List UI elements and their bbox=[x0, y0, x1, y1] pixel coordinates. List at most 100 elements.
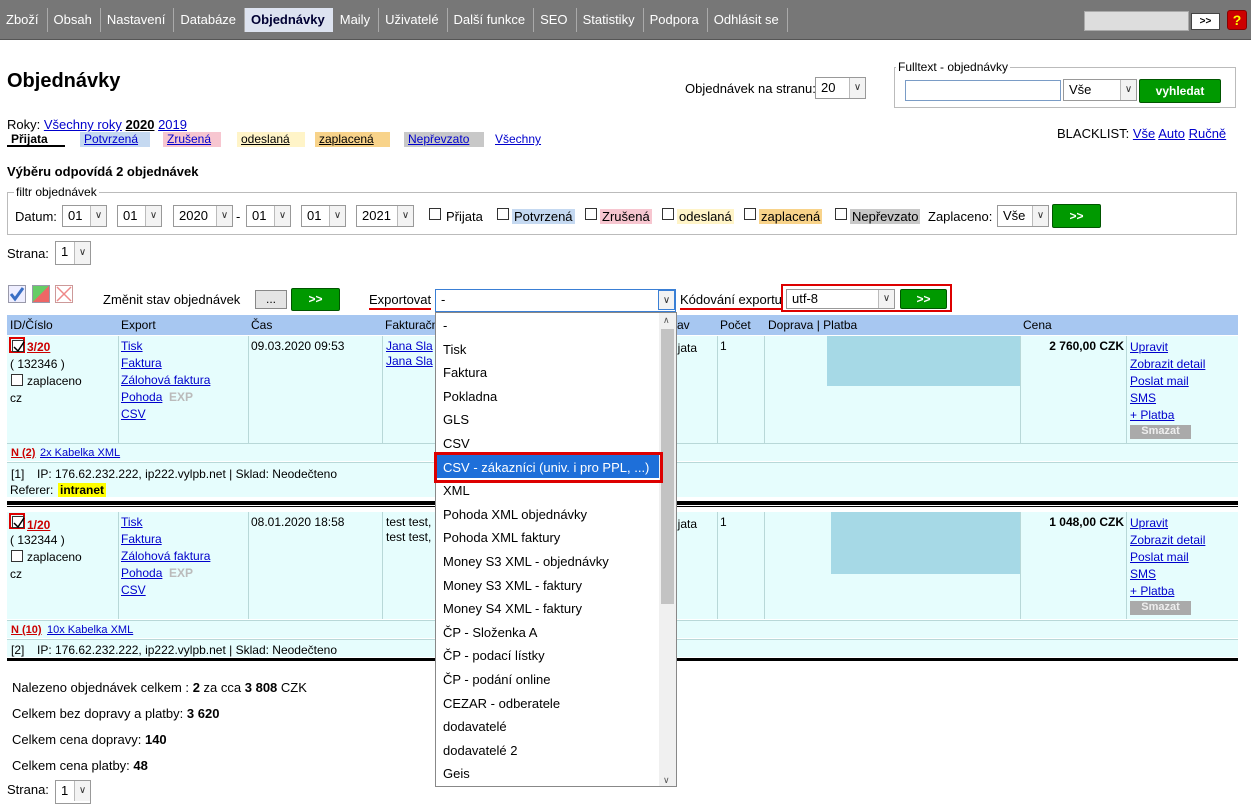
detail-link[interactable]: Zobrazit detail bbox=[1130, 357, 1205, 371]
export-tisk-link[interactable]: Tisk bbox=[121, 339, 143, 353]
row-checkbox[interactable] bbox=[12, 516, 25, 529]
change-status-select-button[interactable]: ... bbox=[255, 290, 287, 309]
fulltext-scope-select[interactable]: Vše ∨ bbox=[1063, 79, 1137, 101]
filter-zaplacena-checkbox[interactable] bbox=[744, 208, 756, 220]
encoding-select[interactable]: utf-8 ∨ bbox=[786, 289, 895, 309]
export-option[interactable]: Faktura bbox=[436, 360, 660, 384]
change-status-go-button[interactable]: >> bbox=[291, 288, 340, 311]
toggle-selection-icon[interactable] bbox=[32, 285, 50, 303]
export-option[interactable]: Money S3 XML - objednávky bbox=[436, 549, 660, 573]
status-neprevzato[interactable]: Nepřevzato bbox=[404, 132, 484, 147]
day-to-select[interactable]: 01 ∨ bbox=[246, 205, 291, 227]
export-select[interactable]: - ∨ bbox=[435, 289, 676, 312]
scroll-down-icon[interactable]: ∨ bbox=[663, 775, 670, 786]
detail-link[interactable]: Zobrazit detail bbox=[1130, 533, 1205, 547]
status-odeslana[interactable]: odeslaná bbox=[237, 132, 305, 147]
nav-item-dalsi-funkce[interactable]: Další funkce bbox=[448, 8, 535, 32]
export-option[interactable]: CEZAR - odberatele bbox=[436, 691, 660, 715]
send-mail-link[interactable]: Poslat mail bbox=[1130, 374, 1189, 388]
delete-button[interactable]: Smazat bbox=[1130, 425, 1191, 439]
export-zalohova-link[interactable]: Zálohová faktura bbox=[121, 549, 210, 563]
scroll-up-icon[interactable]: ∧ bbox=[663, 315, 670, 326]
nav-item-seo[interactable]: SEO bbox=[534, 8, 577, 32]
fulltext-input[interactable] bbox=[905, 80, 1061, 101]
nav-item-odhlasit[interactable]: Odhlásit se bbox=[708, 8, 788, 32]
items-count-link[interactable]: N (2) bbox=[11, 447, 35, 459]
delete-button[interactable]: Smazat bbox=[1130, 601, 1191, 615]
export-option[interactable]: GLS bbox=[436, 407, 660, 431]
day-from-select[interactable]: 01 ∨ bbox=[62, 205, 107, 227]
add-payment-link[interactable]: + Platba bbox=[1130, 584, 1174, 598]
top-search-button[interactable]: >> bbox=[1191, 13, 1220, 30]
blacklist-auto-link[interactable]: Auto bbox=[1158, 126, 1185, 141]
row-checkbox[interactable] bbox=[12, 340, 25, 353]
add-payment-link[interactable]: + Platba bbox=[1130, 408, 1174, 422]
status-zrusena[interactable]: Zrušená bbox=[163, 132, 221, 147]
export-option[interactable]: Money S4 XML - faktury bbox=[436, 596, 660, 620]
filter-potvrzena-checkbox[interactable] bbox=[497, 208, 509, 220]
status-vsechny[interactable]: Všechny bbox=[491, 132, 551, 147]
nav-item-objednavky[interactable]: Objednávky bbox=[245, 8, 333, 32]
check-all-icon[interactable] bbox=[8, 285, 26, 303]
nav-item-nastaveni[interactable]: Nastavení bbox=[101, 8, 175, 32]
export-pohoda-link[interactable]: Pohoda bbox=[121, 390, 162, 404]
export-option[interactable]: Tisk bbox=[436, 337, 660, 361]
item-link[interactable]: 2x Kabelka XML bbox=[40, 447, 120, 459]
export-option[interactable]: Pohoda XML faktury bbox=[436, 525, 660, 549]
nav-item-statistiky[interactable]: Statistiky bbox=[577, 8, 644, 32]
sms-link[interactable]: SMS bbox=[1130, 567, 1156, 581]
edit-link[interactable]: Upravit bbox=[1130, 516, 1168, 530]
send-mail-link[interactable]: Poslat mail bbox=[1130, 550, 1189, 564]
year-2019-link[interactable]: 2019 bbox=[158, 117, 187, 132]
order-id-link[interactable]: 1/20 bbox=[27, 518, 50, 532]
search-button[interactable]: vyhledat bbox=[1139, 79, 1221, 103]
paid-checkbox[interactable] bbox=[11, 374, 23, 386]
filter-prijata-checkbox[interactable] bbox=[429, 208, 441, 220]
uncheck-all-icon[interactable] bbox=[55, 285, 73, 303]
strana-select[interactable]: 1 ∨ bbox=[55, 241, 91, 265]
nav-item-zbozi[interactable]: Zboží bbox=[0, 8, 48, 32]
filter-zrusena-checkbox[interactable] bbox=[585, 208, 597, 220]
export-zalohova-link[interactable]: Zálohová faktura bbox=[121, 373, 210, 387]
month-to-select[interactable]: 01 ∨ bbox=[301, 205, 346, 227]
month-from-select[interactable]: 01 ∨ bbox=[117, 205, 162, 227]
item-link[interactable]: 10x Kabelka XML bbox=[47, 624, 133, 636]
export-option[interactable]: ČP - podací lístky bbox=[436, 643, 660, 667]
status-prijata[interactable]: Přijata bbox=[7, 132, 65, 147]
export-pohoda-link[interactable]: Pohoda bbox=[121, 566, 162, 580]
nav-item-maily[interactable]: Maily bbox=[334, 8, 380, 32]
nav-item-uzivatele[interactable]: Uživatelé bbox=[379, 8, 448, 32]
nav-item-obsah[interactable]: Obsah bbox=[48, 8, 101, 32]
bottom-strana-select[interactable]: 1 ∨ bbox=[55, 780, 91, 804]
perpage-select[interactable]: 20 ∨ bbox=[815, 77, 866, 99]
export-option[interactable]: Geis bbox=[436, 761, 660, 785]
export-tisk-link[interactable]: Tisk bbox=[121, 515, 143, 529]
billing-name-link[interactable]: Jana Sla bbox=[386, 339, 433, 353]
status-zaplacena[interactable]: zaplacená bbox=[315, 132, 390, 147]
export-dropdown-list[interactable]: Geis dodavatelé 2 dodavatelé CEZAR - odbera… bbox=[435, 312, 677, 787]
export-option[interactable]: ČP - podání online bbox=[436, 667, 660, 691]
export-go-button[interactable]: >> bbox=[900, 289, 947, 309]
export-faktura-link[interactable]: Faktura bbox=[121, 532, 162, 546]
help-icon[interactable]: ? bbox=[1227, 10, 1247, 30]
shipping-name-link[interactable]: Jana Sla bbox=[386, 354, 433, 368]
export-option[interactable]: Pohoda XML objednávky bbox=[436, 502, 660, 526]
order-id-link[interactable]: 3/20 bbox=[27, 340, 50, 354]
zaplaceno-select[interactable]: Vše ∨ bbox=[997, 205, 1049, 227]
filter-neprevzato-checkbox[interactable] bbox=[835, 208, 847, 220]
export-option[interactable]: dodavatelé bbox=[436, 714, 660, 738]
paid-checkbox[interactable] bbox=[11, 550, 23, 562]
filter-go-button[interactable]: >> bbox=[1052, 204, 1101, 228]
export-option[interactable]: ČP - Složenka A bbox=[436, 620, 660, 644]
blacklist-rucne-link[interactable]: Ručně bbox=[1189, 126, 1227, 141]
export-csv-link[interactable]: CSV bbox=[121, 407, 146, 421]
edit-link[interactable]: Upravit bbox=[1130, 340, 1168, 354]
filter-odeslana-checkbox[interactable] bbox=[662, 208, 674, 220]
top-search-input[interactable] bbox=[1084, 11, 1189, 31]
year-from-select[interactable]: 2020 ∨ bbox=[173, 205, 233, 227]
export-option[interactable]: Pokladna bbox=[436, 384, 660, 408]
nav-item-databaze[interactable]: Databáze bbox=[174, 8, 246, 32]
status-potvrzena[interactable]: Potvrzená bbox=[80, 132, 150, 147]
export-csv-link[interactable]: CSV bbox=[121, 583, 146, 597]
export-option[interactable]: dodavatelé 2 bbox=[436, 738, 660, 762]
